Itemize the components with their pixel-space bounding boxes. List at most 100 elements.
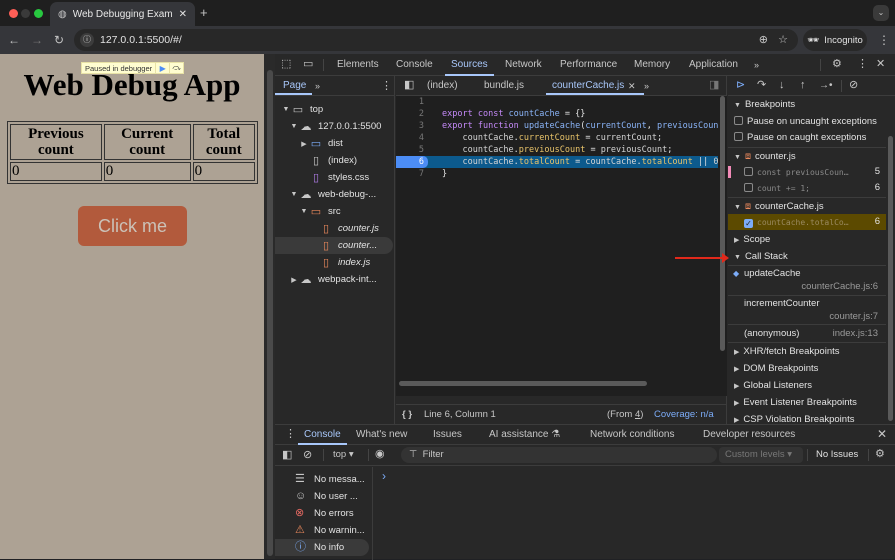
event-listener-breakpoints-header[interactable]: ▶ Event Listener Breakpoints [728, 394, 886, 411]
breakpoint-marker[interactable]: 6 [396, 156, 428, 168]
breakpoint-item[interactable]: count += 1; 6 [728, 180, 886, 196]
console-filter-info[interactable]: ⓘ No info [275, 539, 369, 556]
live-expression-eye-icon[interactable]: ◉ [375, 449, 385, 460]
bookmark-star-icon[interactable]: ☆ [778, 33, 788, 46]
toggle-console-sidebar-icon[interactable]: ◧ [282, 450, 292, 461]
tree-item-index[interactable]: ▯ (index) [275, 152, 393, 169]
global-listeners-header[interactable]: ▶ Global Listeners [728, 377, 886, 394]
console-filter-messages[interactable]: ☰ No messa... [275, 471, 369, 488]
browser-menu-icon[interactable]: ⋮ [878, 34, 890, 46]
forward-icon[interactable]: → [31, 34, 43, 46]
drawer-tab-console[interactable]: Console [298, 425, 347, 445]
navigator-tab-page[interactable]: Page [283, 80, 306, 91]
drawer-tab-developer-resources[interactable]: Developer resources [703, 425, 795, 445]
dom-breakpoints-header[interactable]: ▶ DOM Breakpoints [728, 360, 886, 377]
call-frame-updatecache[interactable]: ◆ updateCache counterCache.js:6 [728, 266, 886, 294]
code-horizontal-scrollbar[interactable] [399, 381, 647, 386]
tree-item-web-debug[interactable]: ▼ ☁ web-debug-... [275, 186, 393, 203]
console-settings-icon[interactable]: ⚙ [875, 449, 885, 460]
code-view[interactable]: 1 2 export const countCache = {} 3 export … [396, 96, 727, 396]
step-over-button[interactable]: ⤼ [169, 62, 183, 74]
breakpoint-item[interactable]: const previousCoun… 5 [728, 164, 886, 180]
editor-tab-index[interactable]: (index) [427, 76, 458, 96]
tab-sources[interactable]: Sources [445, 54, 494, 76]
drawer-tab-issues[interactable]: Issues [433, 425, 462, 445]
tree-item-localhost[interactable]: ▼ ☁ 127.0.0.1:5500 [275, 118, 393, 135]
resume-icon[interactable]: ⊳ [736, 80, 745, 91]
log-levels-dropdown[interactable]: Custom levels ▾ [719, 447, 803, 463]
settings-gear-icon[interactable]: ⚙ [832, 59, 842, 70]
close-tab-icon[interactable]: ✕ [179, 9, 187, 20]
new-tab-button[interactable]: + [200, 6, 208, 19]
back-icon[interactable]: ← [8, 34, 20, 46]
incognito-badge[interactable]: 🕶 Incognito [803, 29, 867, 51]
step-over-icon[interactable]: ↷ [757, 80, 766, 91]
step-out-icon[interactable]: ↑ [800, 80, 806, 91]
deactivate-breakpoints-icon[interactable]: ⊘ [849, 80, 858, 91]
zoom-icon[interactable]: ⊕ [759, 33, 768, 46]
maximize-window-button[interactable] [34, 9, 43, 18]
call-stack-section-header[interactable]: ▼ Call Stack [728, 248, 886, 265]
pretty-print-icon[interactable]: { } [402, 405, 412, 424]
drawer-tab-ai-assistance[interactable]: AI assistance ⚗ [489, 425, 560, 445]
close-devtools-icon[interactable]: ✕ [876, 59, 885, 70]
code-vertical-scrollbar[interactable] [720, 96, 725, 351]
tree-item-counter-js[interactable]: ▯ counter.js [275, 220, 393, 237]
more-navigator-tabs-icon[interactable]: » [315, 81, 320, 92]
navigator-menu-icon[interactable]: ⋮ [381, 81, 392, 92]
drawer-tab-network-conditions[interactable]: Network conditions [590, 425, 674, 445]
close-editor-tab-icon[interactable]: ✕ [628, 81, 636, 92]
resume-button[interactable]: ▶︎ [155, 62, 169, 74]
tree-item-index-js[interactable]: ▯ index.js [275, 254, 393, 271]
tree-item-styles-css[interactable]: ▯ styles.css [275, 169, 393, 186]
drawer-menu-icon[interactable]: ⋮ [285, 429, 296, 440]
tree-item-top[interactable]: ▼ ▭ top [275, 101, 393, 118]
tab-application[interactable]: Application [689, 54, 738, 76]
console-filter-errors[interactable]: ⊗ No errors [275, 505, 369, 522]
more-tabs-icon[interactable]: » [754, 60, 759, 71]
xhr-breakpoints-header[interactable]: ▶ XHR/fetch Breakpoints [728, 343, 886, 360]
tab-network[interactable]: Network [505, 54, 542, 76]
editor-tab-bundle[interactable]: bundle.js [484, 76, 524, 96]
breakpoint-item-active[interactable]: ✓ countCache.totalCo… 6 [728, 214, 886, 230]
browser-tab[interactable]: ◍ Web Debugging Example ✕ [50, 2, 195, 26]
address-bar[interactable]: ⓘ 127.0.0.1:5500/#/ ⊕ ☆ [74, 29, 798, 51]
tree-item-countercache-js[interactable]: ▯ counter... [275, 237, 393, 254]
console-filter-input[interactable]: ⊤ Filter [401, 447, 717, 463]
tab-elements[interactable]: Elements [337, 54, 379, 76]
tree-item-webpack[interactable]: ▶ ☁ webpack-int... [275, 271, 393, 288]
breakpoints-section-header[interactable]: ▼ Breakpoints [728, 96, 886, 113]
device-toolbar-icon[interactable]: ▭ [303, 59, 313, 70]
context-selector[interactable]: top ▾ [333, 449, 354, 460]
pause-caught-checkbox[interactable]: Pause on caught exceptions [728, 129, 886, 146]
coverage-link[interactable]: Coverage: n/a [654, 405, 714, 424]
tab-search-button[interactable]: ⌄ [873, 5, 889, 21]
toggle-debugger-icon[interactable]: ◨ [709, 80, 719, 91]
pause-uncaught-checkbox[interactable]: Pause on uncaught exceptions [728, 113, 886, 130]
issues-counter[interactable]: No Issues [816, 449, 858, 460]
clear-console-icon[interactable]: ⊘ [303, 450, 312, 461]
breakpoint-file-counter-js[interactable]: ▼ ⧈ counter.js [728, 148, 886, 165]
debugger-scrollbar[interactable] [888, 136, 893, 421]
minimize-window-button[interactable] [21, 9, 30, 18]
console-filter-user-messages[interactable]: ☺ No user ... [275, 488, 369, 505]
tab-console[interactable]: Console [396, 54, 433, 76]
customize-menu-icon[interactable]: ⋮ [857, 59, 868, 70]
more-editor-tabs-icon[interactable]: » [644, 81, 649, 92]
console-prompt[interactable]: › [382, 469, 386, 483]
breakpoint-file-countercache-js[interactable]: ▼ ⧈ counterCache.js [728, 198, 886, 215]
tree-item-src[interactable]: ▼ ▭ src [275, 203, 393, 220]
tab-performance[interactable]: Performance [560, 54, 617, 76]
tree-item-dist[interactable]: ▶ ▭ dist [275, 135, 393, 152]
click-me-button[interactable]: Click me [78, 206, 187, 246]
site-info-icon[interactable]: ⓘ [80, 33, 94, 47]
inspect-element-icon[interactable]: ⬚ [281, 59, 291, 70]
call-frame-incrementcounter[interactable]: incrementCounter counter.js:7 [728, 296, 886, 324]
url-text[interactable]: 127.0.0.1:5500/#/ [100, 34, 182, 46]
step-into-icon[interactable]: ↓ [779, 80, 785, 91]
toggle-navigator-icon[interactable]: ◧ [404, 80, 414, 91]
reload-icon[interactable]: ↻ [54, 34, 64, 46]
tab-memory[interactable]: Memory [634, 54, 670, 76]
scope-section-header[interactable]: ▶ Scope [728, 231, 886, 248]
call-frame-anonymous[interactable]: (anonymous) index.js:13 [728, 325, 886, 342]
